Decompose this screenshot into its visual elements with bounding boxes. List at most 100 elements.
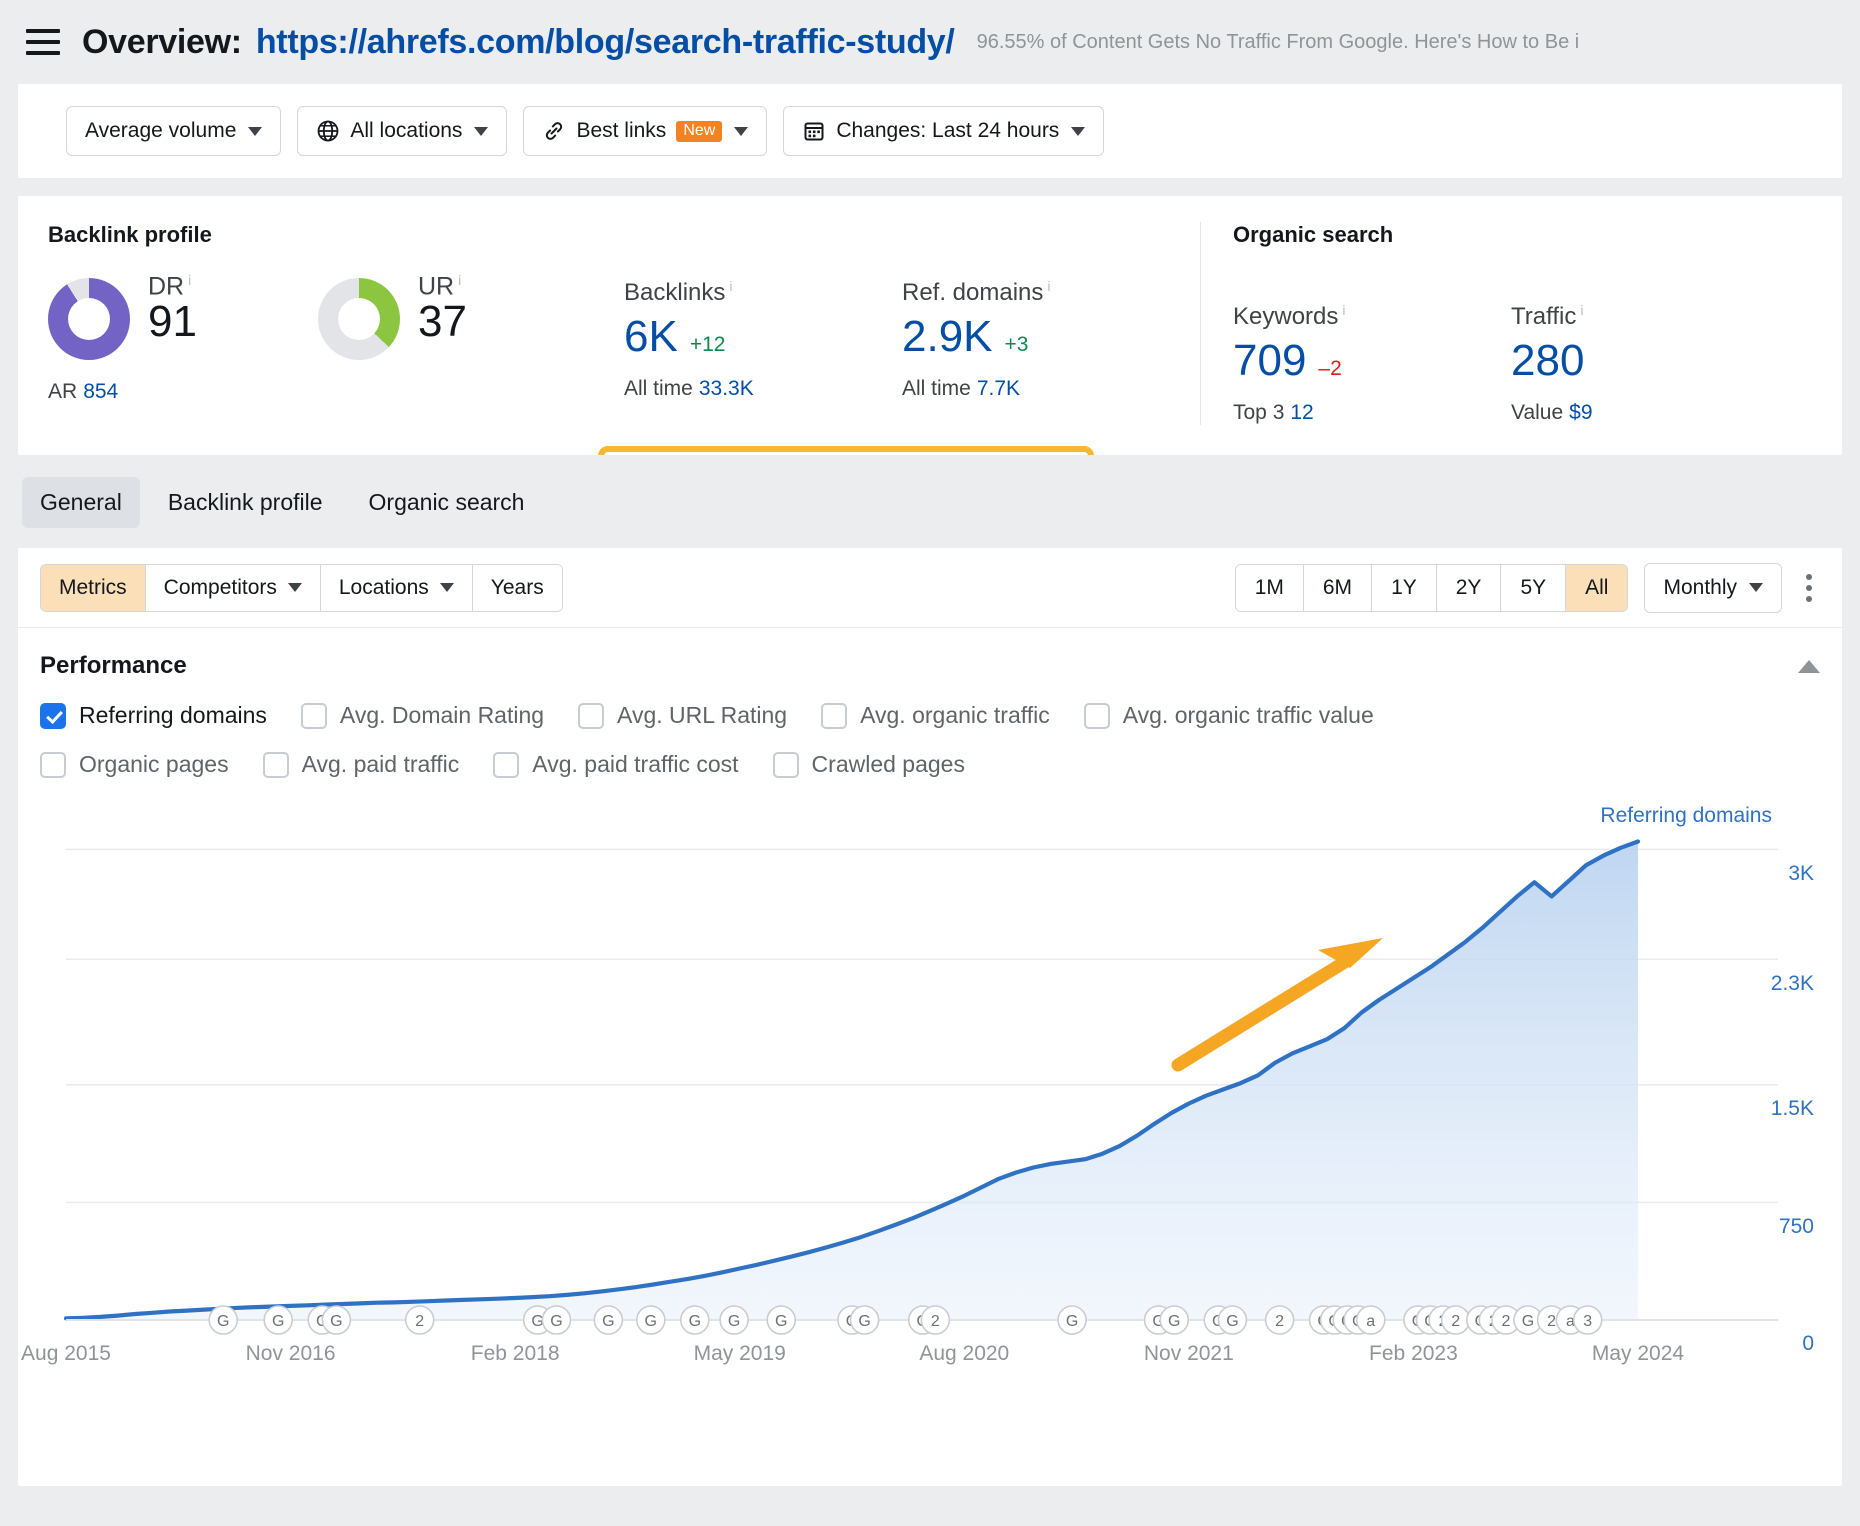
chevron-up-icon[interactable] [1798, 660, 1820, 673]
ar-value[interactable]: 854 [83, 380, 118, 403]
y-axis-tick: 3K [1724, 862, 1814, 886]
metric-checkbox-group: Referring domains Avg. Domain Rating Avg… [18, 680, 1842, 778]
checkbox-organic-pages[interactable]: Organic pages [40, 751, 229, 778]
filter-label: Changes: Last 24 hours [836, 119, 1059, 143]
backlinks-delta: +12 [690, 333, 726, 356]
x-axis-tick: Aug 2015 [0, 1342, 132, 1366]
refdomains-delta: +3 [1005, 333, 1029, 356]
y-axis-tick: 1.5K [1724, 1097, 1814, 1121]
backlink-profile-section: Backlink profile DRi 91 URi 37 AR 854 [18, 222, 588, 425]
range-1m[interactable]: 1M [1236, 565, 1304, 611]
refdomains-alltime-label: All time [902, 377, 971, 400]
refdomains-value[interactable]: 2.9K [902, 313, 993, 361]
filter-changes-range[interactable]: Changes: Last 24 hours [783, 106, 1104, 156]
range-5y[interactable]: 5Y [1501, 565, 1566, 611]
svg-text:G: G [217, 1313, 229, 1330]
backlinks-alltime-value[interactable]: 33.3K [699, 377, 754, 400]
refdomains-label: Ref. domains [902, 279, 1043, 306]
hamburger-icon[interactable] [26, 29, 60, 55]
backlinks-alltime-label: All time [624, 377, 693, 400]
range-6m[interactable]: 6M [1304, 565, 1372, 611]
traffic-label: Traffic [1511, 303, 1576, 330]
checkbox-box [773, 752, 799, 778]
filter-all-locations[interactable]: All locations [297, 106, 507, 156]
keywords-delta: –2 [1318, 357, 1341, 380]
seg-locations[interactable]: Locations [321, 565, 473, 611]
metric-dr[interactable]: DRi 91 [48, 272, 318, 360]
checkbox-avg-domain-rating[interactable]: Avg. Domain Rating [301, 702, 544, 729]
info-icon[interactable]: i [188, 272, 191, 288]
calendar-icon [802, 119, 826, 143]
checkbox-box [301, 703, 327, 729]
backlink-profile-heading: Backlink profile [48, 222, 588, 248]
metric-keywords: Keywordsi 709 –2 Top 312 [1233, 302, 1511, 425]
checkbox-avg-url-rating[interactable]: Avg. URL Rating [578, 702, 787, 729]
chevron-down-icon [440, 583, 454, 592]
checkbox-box [263, 752, 289, 778]
ur-value: 37 [418, 299, 467, 345]
seg-metrics[interactable]: Metrics [41, 565, 146, 611]
y-axis-tick: 0 [1724, 1332, 1814, 1356]
traffic-value-amount[interactable]: $9 [1569, 401, 1592, 424]
chevron-down-icon [1071, 127, 1085, 136]
filter-average-volume[interactable]: Average volume [66, 106, 281, 156]
tab-general[interactable]: General [22, 477, 140, 528]
x-axis-tick: Feb 2023 [1347, 1342, 1479, 1366]
svg-text:2: 2 [415, 1313, 424, 1330]
seg-years[interactable]: Years [473, 565, 562, 611]
performance-chart[interactable]: Referring domains GGGG2GGGGGGGGGG2GGGGG2… [18, 800, 1842, 1440]
refdomains-alltime-value[interactable]: 7.7K [977, 377, 1020, 400]
info-icon[interactable]: i [1047, 278, 1050, 294]
svg-text:2: 2 [1451, 1313, 1460, 1330]
checkbox-avg-organic-traffic-value[interactable]: Avg. organic traffic value [1084, 702, 1374, 729]
range-2y[interactable]: 2Y [1437, 565, 1502, 611]
x-axis-tick: Aug 2020 [898, 1342, 1030, 1366]
tab-organic-search[interactable]: Organic search [351, 477, 543, 528]
svg-text:G: G [728, 1313, 740, 1330]
checkbox-box [40, 703, 66, 729]
traffic-value[interactable]: 280 [1511, 337, 1584, 385]
chevron-down-icon [734, 127, 748, 136]
kebab-menu-icon[interactable] [1798, 566, 1820, 610]
metric-traffic: Traffici 280 Value$9 [1511, 302, 1789, 425]
info-icon[interactable]: i [1580, 302, 1583, 318]
checkbox-avg-paid-traffic[interactable]: Avg. paid traffic [263, 751, 460, 778]
backlinks-value[interactable]: 6K [624, 313, 678, 361]
metric-ref-domains: Ref. domainsi 2.9K +3 All time 7.7K [902, 278, 1180, 425]
granularity-dropdown[interactable]: Monthly [1644, 563, 1782, 613]
metric-ar: AR 854 [48, 380, 588, 404]
backlinks-highlight-box [598, 446, 1094, 455]
seg-competitors[interactable]: Competitors [146, 565, 321, 611]
dr-donut-chart [48, 278, 130, 360]
keywords-label: Keywords [1233, 303, 1338, 330]
checkbox-avg-organic-traffic[interactable]: Avg. organic traffic [821, 702, 1050, 729]
metric-ur[interactable]: URi 37 [318, 272, 588, 360]
svg-text:G: G [775, 1313, 787, 1330]
x-axis-tick: Nov 2016 [225, 1342, 357, 1366]
chart-toolbar: Metrics Competitors Locations Years 1M 6… [18, 548, 1842, 628]
ar-label: AR [48, 380, 77, 403]
chart-mode-segmented: Metrics Competitors Locations Years [40, 564, 563, 612]
tab-backlink-profile[interactable]: Backlink profile [150, 477, 341, 528]
svg-text:3: 3 [1583, 1313, 1592, 1330]
page-url-link[interactable]: https://ahrefs.com/blog/search-traffic-s… [256, 23, 955, 62]
keywords-value[interactable]: 709 [1233, 337, 1306, 385]
checkbox-referring-domains[interactable]: Referring domains [40, 702, 267, 729]
svg-text:G: G [1522, 1313, 1534, 1330]
chart-legend-referring-domains[interactable]: Referring domains [1600, 804, 1772, 828]
info-icon[interactable]: i [1342, 302, 1345, 318]
filter-best-links[interactable]: Best links New [523, 106, 767, 156]
filter-label: All locations [350, 119, 462, 143]
y-axis-tick: 750 [1724, 1215, 1814, 1239]
svg-text:G: G [602, 1313, 614, 1330]
info-icon[interactable]: i [458, 272, 461, 288]
checkbox-avg-paid-traffic-cost[interactable]: Avg. paid traffic cost [493, 751, 738, 778]
svg-text:2: 2 [1501, 1313, 1510, 1330]
range-all[interactable]: All [1566, 565, 1627, 611]
checkbox-box [1084, 703, 1110, 729]
checkbox-crawled-pages[interactable]: Crawled pages [773, 751, 965, 778]
range-1y[interactable]: 1Y [1372, 565, 1437, 611]
keywords-top3-value[interactable]: 12 [1290, 401, 1313, 424]
info-icon[interactable]: i [729, 278, 732, 294]
backlinks-label: Backlinks [624, 279, 725, 306]
